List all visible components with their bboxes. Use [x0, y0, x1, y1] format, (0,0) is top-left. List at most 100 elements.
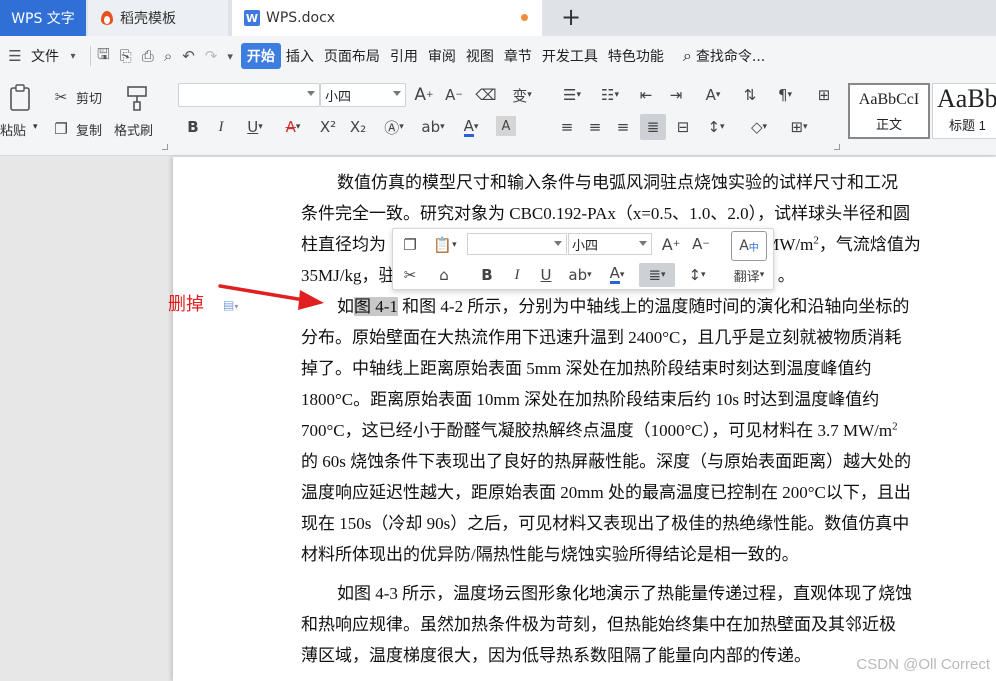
mini-line-spacing-icon[interactable]: ↕ ▾ [681, 265, 713, 285]
undo-icon[interactable]: ↶ [182, 47, 195, 65]
menu-home[interactable]: 开始 [240, 43, 281, 69]
home-ribbon: 粘贴 ▾ ✂ 剪切 ❐ 复制 格式刷 小四 A + A − ⌫ 变 ▾ B I U ▾ … [0, 76, 996, 156]
hamburger-menu-icon[interactable]: ☰ [6, 47, 24, 65]
strikethrough-button[interactable]: A ▾ [278, 116, 308, 138]
format-painter-icon[interactable] [122, 82, 152, 114]
font-name-combo[interactable] [178, 83, 320, 107]
redo-icon[interactable]: ↷ [205, 47, 218, 65]
distributed-align-icon[interactable]: ⊟ [672, 116, 694, 138]
italic-button[interactable]: I [212, 116, 230, 138]
save-icon[interactable]: 🖫 [97, 44, 110, 69]
mini-shrink-font-icon[interactable]: A − [689, 233, 713, 255]
paste-icon[interactable] [6, 82, 36, 114]
mini-font-color-button[interactable]: A ▾ [601, 265, 633, 285]
format-painter-label[interactable]: 格式刷 [114, 120, 153, 139]
text-line: 700°C，这已经小于酚醛气凝胶热解终点温度（1000°C），可见材料在 3.7… [301, 415, 939, 446]
align-justify-icon[interactable]: ≣ [640, 114, 666, 140]
menu-file[interactable]: 文件 [26, 43, 64, 69]
paragraph-group-corner[interactable] [834, 144, 840, 150]
text-line: 薄区域，温度梯度很大，因为低导热系数阻隔了能量向内部的传递。 [301, 646, 811, 665]
text-effect-icon[interactable]: Ⓐ ▾ [378, 116, 410, 138]
mini-font-name-combo[interactable] [467, 233, 567, 255]
text-direction-icon[interactable]: A ▾ [696, 84, 730, 106]
cut-label[interactable]: 剪切 [76, 88, 102, 107]
bullets-icon[interactable]: ☰ ▾ [556, 84, 588, 106]
chevron-down-icon [639, 241, 647, 246]
mini-grow-font-icon[interactable]: A + [659, 233, 683, 255]
mini-format-painter-icon[interactable]: ⌂ [433, 265, 455, 285]
sort-icon[interactable]: ⇅ [738, 84, 762, 106]
menu-developer[interactable]: 开发工具 [537, 43, 603, 69]
export-icon[interactable]: ⎘ [120, 47, 132, 65]
style-normal[interactable]: AaBbCcI 正文 [848, 83, 930, 139]
cut-icon[interactable]: ✂ [50, 86, 72, 108]
bold-button[interactable]: B [184, 116, 202, 138]
shading-icon[interactable]: ◇ ▾ [742, 116, 776, 138]
menu-view[interactable]: 视图 [461, 43, 499, 69]
text-line: 分布。原始壁面在大热流作用下迅速升温到 2400°C，且几乎是立刻就被物质消耗 [301, 328, 902, 347]
style-heading-1-sample: AaBb [937, 84, 996, 113]
tab-doc-label: WPS.docx [266, 10, 336, 26]
clipboard-group-corner[interactable] [162, 144, 168, 150]
numbering-icon[interactable]: ☷ ▾ [594, 84, 626, 106]
command-search[interactable]: ⌕ 查找命令... [683, 46, 765, 66]
style-heading-1[interactable]: AaBb 标题 1 [932, 83, 996, 139]
phonetic-guide-icon[interactable]: 变 ▾ [506, 84, 538, 106]
style-normal-sample: AaBbCcI [858, 91, 920, 108]
copy-format-icon[interactable]: ❐ [399, 235, 421, 255]
translate-label[interactable]: 翻译 ▾ [727, 265, 771, 285]
copy-label[interactable]: 复制 [76, 120, 102, 139]
mini-underline-button[interactable]: U [535, 265, 557, 285]
paste-label[interactable]: 粘贴 [0, 120, 26, 139]
translate-text: 翻译 [733, 269, 760, 285]
selected-text[interactable]: 图 4-1 [354, 297, 398, 316]
mini-font-size-combo[interactable]: 小四 [568, 233, 652, 255]
mini-italic-button[interactable]: I [507, 265, 527, 285]
mini-cut-icon[interactable]: ✂ [399, 265, 421, 285]
align-right-icon[interactable]: ≡ [612, 116, 634, 138]
print-icon[interactable]: ⎙ [142, 47, 154, 65]
style-heading-1-name: 标题 1 [949, 118, 986, 133]
customize-chevron-icon[interactable]: ▾ [227, 50, 233, 63]
menu-references[interactable]: 引用 [385, 43, 423, 69]
shrink-font-icon[interactable]: A − [442, 84, 466, 106]
menu-features[interactable]: 特色功能 [603, 43, 669, 69]
chevron-down-icon[interactable]: ▾ [64, 47, 82, 65]
mini-align-icon[interactable]: ≣ ▾ [639, 263, 675, 287]
menu-insert[interactable]: 插入 [281, 43, 319, 69]
borders-icon[interactable]: ⊞ ▾ [782, 116, 816, 138]
tab-template-label: 稻壳模板 [120, 11, 176, 27]
increase-indent-icon[interactable]: ⇥ [664, 84, 688, 106]
table-tool-icon[interactable]: ⊞ [812, 84, 836, 106]
menu-page-layout[interactable]: 页面布局 [319, 43, 385, 69]
tab-document[interactable]: W WPS.docx [232, 0, 542, 36]
underline-button[interactable]: U ▾ [240, 116, 270, 138]
mini-bold-button[interactable]: B [477, 265, 497, 285]
paste-dropdown-icon[interactable]: 📋 ▾ [427, 235, 463, 255]
print-preview-icon[interactable]: ⌕ [164, 47, 172, 65]
highlight-icon[interactable]: ab ▾ [416, 116, 450, 138]
font-size-combo[interactable]: 小四 [320, 83, 406, 107]
new-tab-button[interactable]: + [556, 2, 586, 32]
menu-section[interactable]: 章节 [499, 43, 537, 69]
text-line: 掉了。中轴线上距离原始表面 5mm 深处在加热阶段结束时刻达到温度峰值约 [301, 359, 872, 378]
tab-template[interactable]: 稻壳模板 [88, 0, 228, 36]
superscript-button[interactable]: X² [316, 116, 340, 138]
align-left-icon[interactable]: ≡ [556, 116, 578, 138]
char-shading-icon[interactable]: A [496, 116, 516, 136]
decrease-indent-icon[interactable]: ⇤ [634, 84, 658, 106]
grow-font-icon[interactable]: A + [412, 84, 436, 106]
subscript-button[interactable]: X₂ [346, 116, 370, 138]
translate-icon[interactable]: A中 [731, 231, 767, 261]
menu-review[interactable]: 审阅 [423, 43, 461, 69]
clear-format-icon[interactable]: ⌫ [474, 84, 498, 106]
strikethrough-label: A [285, 118, 296, 136]
tab-wps-writer[interactable]: WPS 文字 [0, 0, 86, 36]
paste-chevron-icon[interactable]: ▾ [33, 122, 38, 132]
show-marks-icon[interactable]: ¶ ▾ [768, 84, 802, 106]
font-color-button[interactable]: A ▾ [456, 116, 486, 138]
copy-icon[interactable]: ❐ [50, 118, 72, 140]
align-center-icon[interactable]: ≡ [584, 116, 606, 138]
mini-highlight-icon[interactable]: ab ▾ [563, 265, 597, 285]
line-spacing-icon[interactable]: ↕ ▾ [700, 116, 732, 138]
